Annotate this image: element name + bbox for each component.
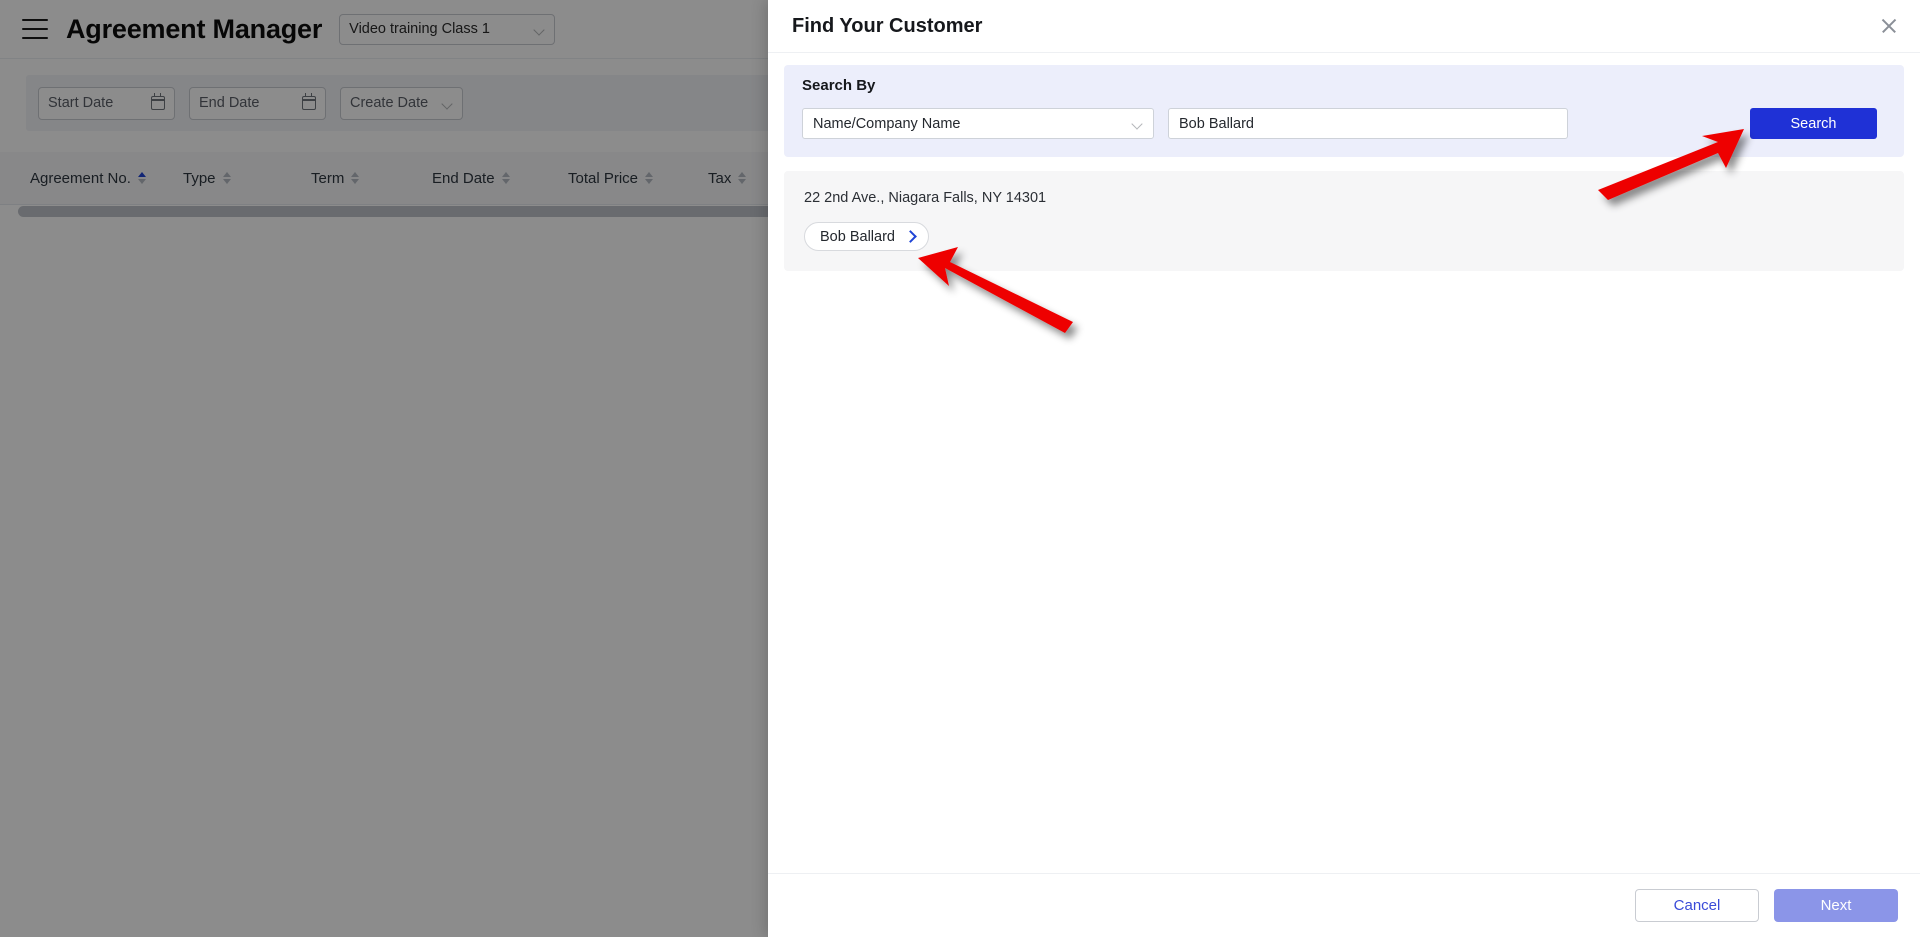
close-icon[interactable] xyxy=(1878,15,1900,37)
modal-title: Find Your Customer xyxy=(792,14,983,37)
search-by-panel: Search By Name/Company Name Search xyxy=(784,65,1904,157)
find-customer-modal: Find Your Customer Search By Name/Compan… xyxy=(768,0,1920,937)
search-field-select[interactable]: Name/Company Name xyxy=(802,108,1154,139)
customer-chip-label: Bob Ballard xyxy=(820,228,895,245)
search-query-input[interactable] xyxy=(1168,108,1568,139)
modal-body: Search By Name/Company Name Search 22 2n… xyxy=(768,53,1920,873)
chevron-down-icon xyxy=(1132,120,1143,127)
search-by-label: Search By xyxy=(802,77,876,94)
customer-chip-bob-ballard[interactable]: Bob Ballard xyxy=(804,222,929,251)
chevron-right-icon xyxy=(906,232,915,241)
modal-footer: Cancel Next xyxy=(768,873,1920,937)
customer-address: 22 2nd Ave., Niagara Falls, NY 14301 xyxy=(804,190,1047,206)
search-by-row: Name/Company Name Search xyxy=(802,108,1886,139)
next-button: Next xyxy=(1774,889,1898,922)
screen-root: Agreement Manager Video training Class 1… xyxy=(0,0,1920,937)
search-result-card: 22 2nd Ave., Niagara Falls, NY 14301 Bob… xyxy=(784,171,1904,271)
cancel-button[interactable]: Cancel xyxy=(1635,889,1759,922)
modal-header: Find Your Customer xyxy=(768,0,1920,53)
search-button[interactable]: Search xyxy=(1750,108,1877,139)
search-field-value: Name/Company Name xyxy=(813,115,961,132)
